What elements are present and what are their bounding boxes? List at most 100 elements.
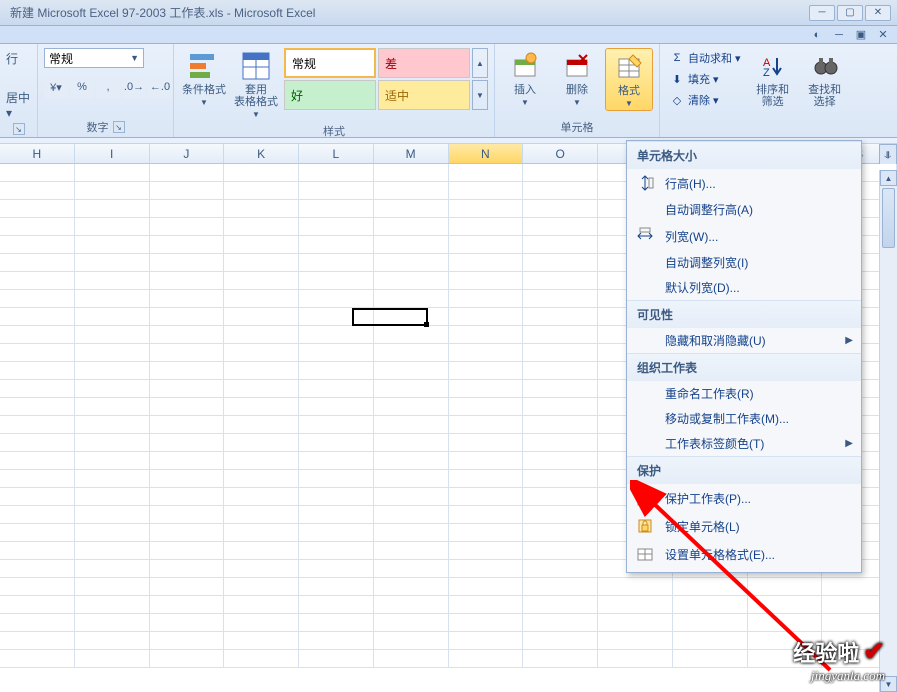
- cell[interactable]: [150, 488, 225, 506]
- cell[interactable]: [449, 524, 524, 542]
- accounting-format-button[interactable]: ¥▾: [44, 76, 68, 98]
- style-bad[interactable]: 差: [378, 48, 470, 78]
- cell[interactable]: [150, 452, 225, 470]
- cell[interactable]: [523, 236, 598, 254]
- cell[interactable]: [523, 470, 598, 488]
- cell[interactable]: [299, 506, 374, 524]
- cell[interactable]: [449, 326, 524, 344]
- cell[interactable]: [150, 578, 225, 596]
- menu-hide-unhide[interactable]: 隐藏和取消隐藏(U) ▶: [627, 328, 861, 353]
- cell[interactable]: [150, 326, 225, 344]
- menu-row-height[interactable]: 行高(H)...: [627, 169, 861, 197]
- cell[interactable]: [523, 596, 598, 614]
- cell[interactable]: [449, 308, 524, 326]
- cell[interactable]: [0, 596, 75, 614]
- cell[interactable]: [598, 614, 673, 632]
- cell[interactable]: [75, 380, 150, 398]
- cell[interactable]: [75, 254, 150, 272]
- cell[interactable]: [224, 380, 299, 398]
- cell[interactable]: [224, 650, 299, 668]
- cell[interactable]: [449, 614, 524, 632]
- cell[interactable]: [299, 542, 374, 560]
- cell[interactable]: [150, 344, 225, 362]
- decrease-decimal-button[interactable]: ←.0: [148, 76, 172, 98]
- cell[interactable]: [75, 542, 150, 560]
- cell[interactable]: [224, 218, 299, 236]
- format-button[interactable]: 格式 ▼: [605, 48, 653, 111]
- cell[interactable]: [0, 200, 75, 218]
- cell[interactable]: [150, 650, 225, 668]
- cell[interactable]: [0, 614, 75, 632]
- cell[interactable]: [374, 398, 449, 416]
- cell[interactable]: [374, 290, 449, 308]
- cell[interactable]: [748, 614, 823, 632]
- cell[interactable]: [449, 650, 524, 668]
- cell[interactable]: [449, 362, 524, 380]
- cell[interactable]: [299, 560, 374, 578]
- wb-minimize-button[interactable]: ─: [831, 28, 847, 42]
- cell[interactable]: [523, 398, 598, 416]
- cell[interactable]: [374, 596, 449, 614]
- cell[interactable]: [299, 632, 374, 650]
- cell[interactable]: [0, 560, 75, 578]
- maximize-button[interactable]: ▢: [837, 5, 863, 21]
- gallery-more-button[interactable]: ▼: [472, 80, 488, 110]
- cell[interactable]: [299, 344, 374, 362]
- cell[interactable]: [523, 272, 598, 290]
- cell[interactable]: [224, 362, 299, 380]
- cell[interactable]: [523, 164, 598, 182]
- cell[interactable]: [0, 542, 75, 560]
- cell[interactable]: [0, 236, 75, 254]
- cell[interactable]: [299, 650, 374, 668]
- cell-styles-gallery[interactable]: 常规 差 ▲ 好 适中 ▼: [284, 48, 488, 110]
- comma-button[interactable]: ,: [96, 76, 120, 98]
- percent-button[interactable]: %: [70, 76, 94, 98]
- cell[interactable]: [299, 488, 374, 506]
- cell[interactable]: [75, 326, 150, 344]
- cell[interactable]: [0, 326, 75, 344]
- cell[interactable]: [523, 506, 598, 524]
- cell[interactable]: [75, 434, 150, 452]
- cell[interactable]: [224, 164, 299, 182]
- cell[interactable]: [523, 452, 598, 470]
- number-launcher[interactable]: ↘: [113, 121, 125, 133]
- cell[interactable]: [0, 452, 75, 470]
- cell[interactable]: [75, 632, 150, 650]
- cell[interactable]: [75, 524, 150, 542]
- cell[interactable]: [0, 218, 75, 236]
- cell[interactable]: [374, 650, 449, 668]
- cell[interactable]: [299, 398, 374, 416]
- cell[interactable]: [150, 506, 225, 524]
- cell[interactable]: [224, 506, 299, 524]
- cell[interactable]: [224, 290, 299, 308]
- cell[interactable]: [150, 236, 225, 254]
- cell[interactable]: [374, 218, 449, 236]
- cell[interactable]: [523, 578, 598, 596]
- number-format-combo[interactable]: 常规 ▼: [44, 48, 144, 68]
- cell[interactable]: [75, 182, 150, 200]
- style-normal[interactable]: 常规: [284, 48, 376, 78]
- style-good[interactable]: 好: [284, 80, 376, 110]
- cell[interactable]: [449, 506, 524, 524]
- cell[interactable]: [523, 362, 598, 380]
- insert-button[interactable]: 插入 ▼: [501, 48, 549, 109]
- cell[interactable]: [299, 182, 374, 200]
- cell[interactable]: [75, 560, 150, 578]
- cell[interactable]: [0, 380, 75, 398]
- cell[interactable]: [224, 632, 299, 650]
- cell[interactable]: [523, 560, 598, 578]
- cell[interactable]: [224, 416, 299, 434]
- scroll-up-button[interactable]: ▲: [880, 170, 897, 186]
- cell[interactable]: [0, 470, 75, 488]
- cell[interactable]: [0, 632, 75, 650]
- cell[interactable]: [150, 470, 225, 488]
- conditional-formatting-button[interactable]: 条件格式 ▼: [180, 48, 228, 109]
- cell[interactable]: [374, 578, 449, 596]
- close-button[interactable]: ✕: [865, 5, 891, 21]
- cell[interactable]: [224, 398, 299, 416]
- cell[interactable]: [75, 596, 150, 614]
- cell[interactable]: [0, 650, 75, 668]
- column-header-J[interactable]: J: [150, 144, 225, 163]
- cell[interactable]: [150, 614, 225, 632]
- menu-tab-color[interactable]: 工作表标签颜色(T) ▶: [627, 431, 861, 456]
